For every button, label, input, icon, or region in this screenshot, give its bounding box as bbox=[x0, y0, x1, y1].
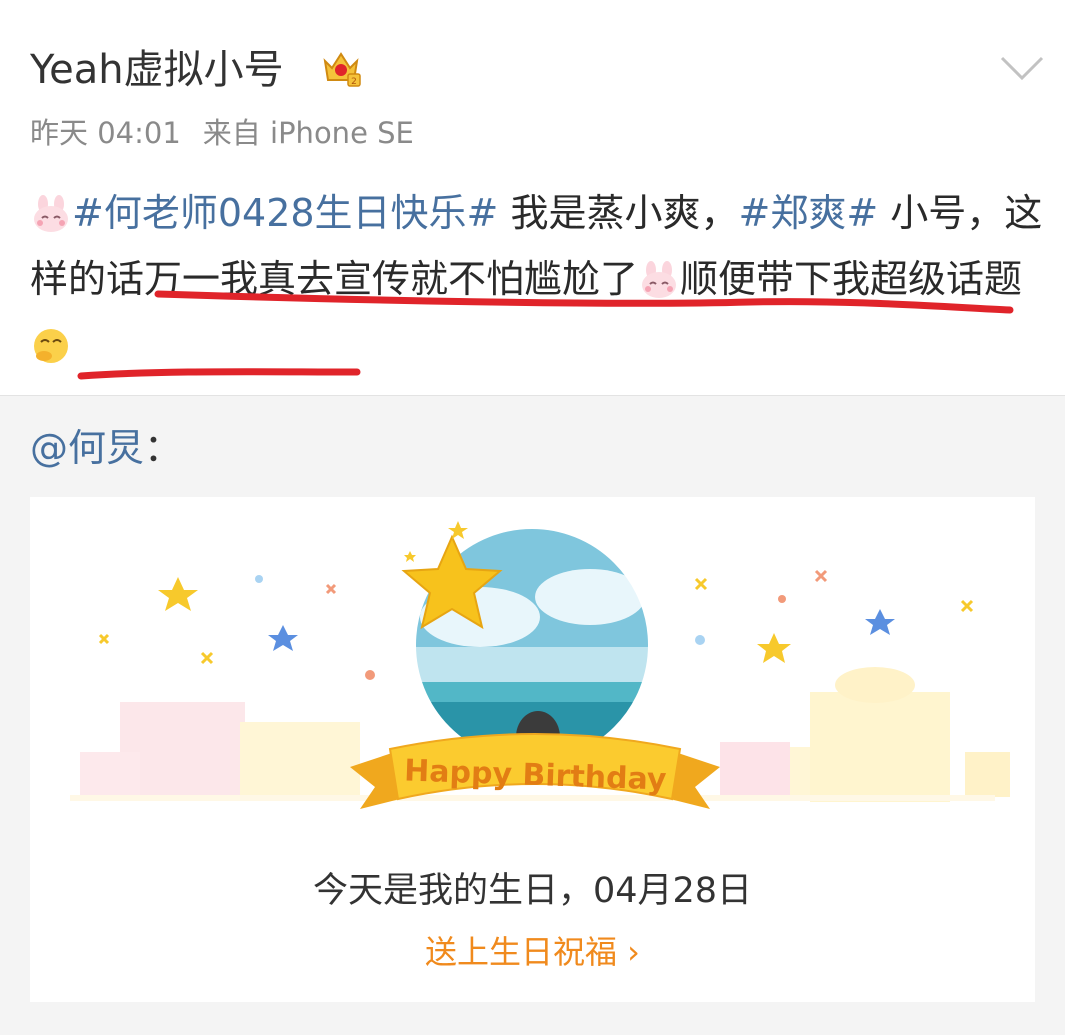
birthday-card[interactable]: Happy Birthday 今天是我的生日，04月28日 送上生日祝福 › bbox=[30, 497, 1035, 1002]
red-underline-1 bbox=[154, 290, 1014, 314]
post-source: 来自 iPhone SE bbox=[202, 116, 414, 150]
rabbit-emoji-icon bbox=[34, 195, 68, 232]
post-content: #何老师0428生日快乐# 我是蒸小爽，#郑爽# 小号，这样的话万一我真去宣传就… bbox=[30, 180, 1045, 378]
chevron-down-icon[interactable] bbox=[998, 52, 1046, 82]
topic-tag-birthday[interactable]: #何老师0428生日快乐# bbox=[72, 191, 498, 235]
mention-user[interactable]: @何炅： bbox=[30, 422, 182, 474]
post-meta: 昨天 04:01 来自 iPhone SE bbox=[30, 114, 414, 152]
post-text-1: 我是蒸小爽， bbox=[498, 191, 739, 235]
topic-tag-zhengshuang[interactable]: #郑爽# bbox=[738, 191, 878, 235]
mention-colon: ： bbox=[144, 426, 183, 470]
thinking-emoji-icon bbox=[34, 329, 68, 363]
crown-icon: 2 bbox=[323, 52, 361, 87]
username[interactable]: Yeah虚拟小号 bbox=[30, 44, 284, 96]
weibo-post: Yeah虚拟小号 2 昨天 04:01 来自 iPhone SE #何老师0428… bbox=[0, 0, 1065, 395]
svg-text:2: 2 bbox=[351, 77, 357, 87]
red-underline-2 bbox=[77, 368, 361, 380]
birthday-message: 今天是我的生日，04月28日 bbox=[312, 871, 753, 911]
mention-name[interactable]: @何炅 bbox=[30, 426, 144, 470]
birthday-card-illustration: Happy Birthday bbox=[70, 521, 1010, 809]
send-wishes-link[interactable]: 送上生日祝福 › bbox=[30, 927, 1035, 973]
post-time: 昨天 04:01 bbox=[30, 116, 181, 150]
